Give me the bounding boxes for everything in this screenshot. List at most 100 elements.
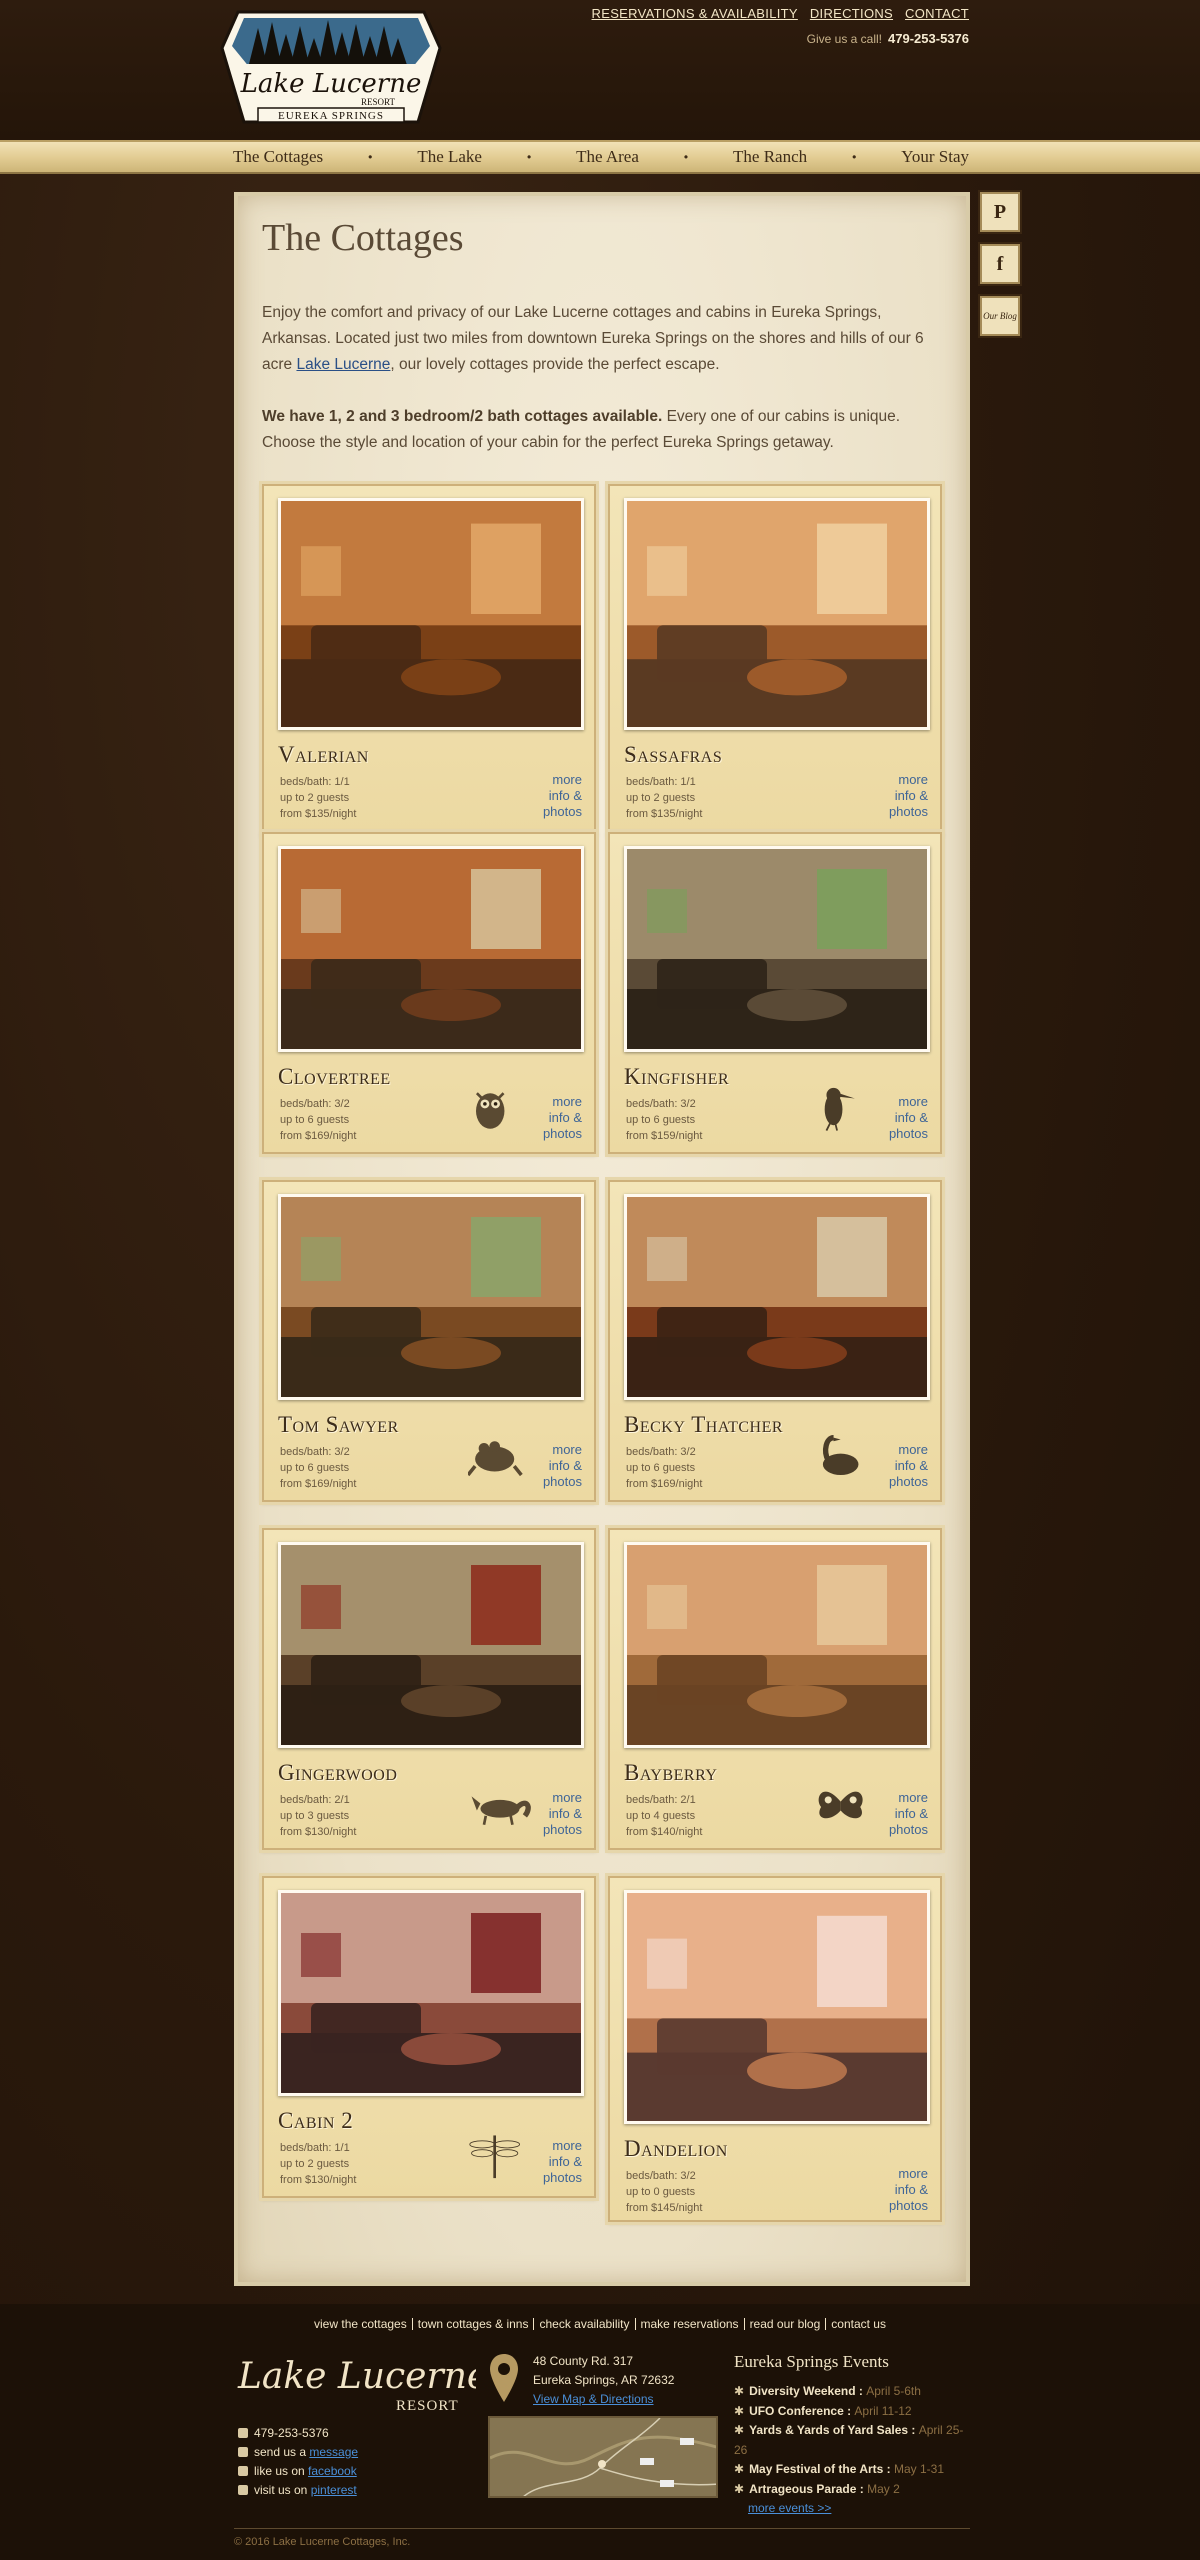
more-info-link[interactable]: more info & photos — [889, 2166, 928, 2214]
cottage-name[interactable]: Cabin 2 — [278, 2108, 353, 2134]
blog-icon[interactable]: Our Blog — [980, 296, 1020, 336]
footer-link-make-reservations[interactable]: make reservations — [636, 2318, 745, 2330]
header-phone[interactable]: 479-253-5376 — [888, 31, 969, 46]
event-item[interactable]: ✱ Diversity Weekend : April 5-6th — [734, 2382, 974, 2402]
call-line: Give us a call! 479-253-5376 — [807, 31, 969, 46]
star-icon: ✱ — [734, 2462, 745, 2476]
more-info-link[interactable]: more info & photos — [543, 1790, 582, 1838]
footer-link-contact[interactable]: contact us — [826, 2318, 891, 2330]
fox-icon — [471, 1796, 531, 1826]
cottage-name[interactable]: Dandelion — [624, 2136, 728, 2162]
facebook-link[interactable]: facebook — [308, 2464, 357, 2478]
star-icon: ✱ — [734, 2423, 745, 2437]
call-label: Give us a call! — [806, 32, 883, 46]
owl-icon — [475, 1092, 505, 1129]
cottage-photo[interactable] — [624, 1542, 930, 1748]
frog-icon — [468, 1441, 523, 1477]
event-item[interactable]: ✱ Yards & Yards of Yard Sales : April 25-… — [734, 2421, 974, 2460]
more-info-link[interactable]: more info & photos — [889, 1790, 928, 1838]
more-info-link[interactable]: more info & photos — [543, 772, 582, 820]
cottage-name[interactable]: Sassafras — [624, 742, 722, 768]
cottage-specs: beds/bath: 2/1 up to 4 guests from $140/… — [626, 1794, 703, 1838]
nav-separator: • — [852, 150, 857, 164]
cottage-specs: beds/bath: 3/2 up to 6 guests from $159/… — [626, 1098, 703, 1142]
footer-link-read-blog[interactable]: read our blog — [745, 2318, 827, 2330]
cottage-name[interactable]: Becky Thatcher — [624, 1412, 783, 1438]
cottage-card[interactable]: Clovertree beds/bath: 3/2 up to 6 guests… — [262, 832, 596, 1154]
footer-phone[interactable]: 479-253-5376 — [254, 2426, 329, 2440]
nav-lake[interactable]: The Lake — [417, 147, 482, 167]
logo-script: Lake Lucerne — [240, 69, 422, 99]
more-info-link[interactable]: more info & photos — [889, 772, 928, 820]
lake-lucerne-link[interactable]: Lake Lucerne — [296, 356, 390, 373]
cottage-photo[interactable] — [624, 1194, 930, 1400]
cottage-card[interactable]: Bayberry beds/bath: 2/1 up to 4 guests f… — [608, 1528, 942, 1850]
cottage-name[interactable]: Clovertree — [278, 1064, 391, 1090]
map-directions-link[interactable]: View Map & Directions — [533, 2392, 654, 2406]
cottage-name[interactable]: Gingerwood — [278, 1760, 397, 1786]
cottage-photo[interactable] — [624, 846, 930, 1052]
intro-paragraph-2: We have 1, 2 and 3 bedroom/2 bath cottag… — [262, 408, 901, 451]
pinterest-small-icon — [238, 2485, 248, 2495]
nav-ranch[interactable]: The Ranch — [733, 147, 807, 167]
dragonfly-icon — [469, 2135, 520, 2179]
map-thumbnail[interactable] — [488, 2416, 718, 2498]
nav-separator: • — [526, 150, 532, 164]
more-events-link[interactable]: more events >> — [748, 2501, 831, 2515]
star-icon: ✱ — [734, 2384, 745, 2398]
footer-address: 48 County Rd. 317 Eureka Springs, AR 726… — [533, 2354, 675, 2406]
facebook-icon[interactable]: f — [980, 244, 1020, 284]
footer-link-view-cottages[interactable]: view the cottages — [309, 2318, 413, 2330]
star-icon: ✱ — [734, 2481, 745, 2496]
cottage-photo[interactable] — [278, 1890, 584, 2096]
nav-area[interactable]: The Area — [576, 147, 639, 167]
nav-separator: • — [368, 150, 373, 164]
butterfly-icon — [818, 1791, 863, 1819]
cottage-card[interactable]: Dandelion beds/bath: 3/2 up to 0 guests … — [608, 1876, 942, 2222]
nav-cottages[interactable]: The Cottages — [233, 147, 323, 167]
svg-text:EUREKA SPRINGS: EUREKA SPRINGS — [278, 110, 384, 122]
footer-link-town-cottages[interactable]: town cottages & inns — [413, 2318, 535, 2330]
kingfisher-icon — [824, 1087, 855, 1131]
cottage-name[interactable]: Bayberry — [624, 1760, 717, 1786]
cottage-name[interactable]: Tom Sawyer — [278, 1412, 399, 1438]
contact-link[interactable]: CONTACT — [905, 6, 969, 21]
cottage-name[interactable]: Kingfisher — [624, 1064, 729, 1090]
pinterest-icon[interactable]: P — [980, 192, 1020, 232]
cottage-photo[interactable] — [624, 498, 930, 730]
events-list: Eureka Springs Events ✱ Diversity Weekend… — [734, 2352, 974, 2517]
cottage-photo[interactable] — [624, 1890, 930, 2124]
directions-link[interactable]: DIRECTIONS — [810, 6, 893, 21]
message-link[interactable]: message — [309, 2445, 358, 2459]
cottage-photo[interactable] — [278, 1194, 584, 1400]
event-item[interactable]: ✱ Artrageous Parade : May 2 — [734, 2480, 974, 2500]
event-item[interactable]: ✱ UFO Conference : April 11-12 — [734, 2402, 974, 2422]
more-info-link[interactable]: more info & photos — [889, 1442, 928, 1490]
cottage-card[interactable]: Kingfisher beds/bath: 3/2 up to 6 guests… — [608, 832, 942, 1154]
cottage-photo[interactable] — [278, 846, 584, 1052]
footer-logo[interactable]: Lake Lucerne RESORT — [236, 2348, 488, 2420]
nav-your-stay[interactable]: Your Stay — [901, 147, 969, 167]
pinterest-link[interactable]: pinterest — [311, 2483, 357, 2497]
site-footer: view the cottages town cottages & inns c… — [0, 2304, 1200, 2560]
more-info-link[interactable]: more info & photos — [543, 1094, 582, 1142]
cottage-card[interactable]: Valerian beds/bath: 1/1 up to 2 guests f… — [262, 484, 596, 836]
footer-divider — [234, 2528, 970, 2529]
more-info-link[interactable]: more info & photos — [543, 2138, 582, 2186]
site-logo[interactable]: Lake Lucerne RESORT EUREKA SPRINGS — [218, 8, 444, 126]
reservations-link[interactable]: RESERVATIONS & AVAILABILITY — [592, 6, 798, 21]
cottage-card[interactable]: Becky Thatcher beds/bath: 3/2 up to 6 gu… — [608, 1180, 942, 1502]
cottage-card[interactable]: Cabin 2 beds/bath: 1/1 up to 2 guests fr… — [262, 1876, 596, 2198]
cottage-name[interactable]: Valerian — [278, 742, 369, 768]
more-info-link[interactable]: more info & photos — [543, 1442, 582, 1490]
cottage-specs: beds/bath: 1/1 up to 2 guests from $130/… — [280, 2142, 357, 2186]
cottage-card[interactable]: Gingerwood beds/bath: 2/1 up to 3 guests… — [262, 1528, 596, 1850]
cottage-card[interactable]: Tom Sawyer beds/bath: 3/2 up to 6 guests… — [262, 1180, 596, 1502]
cottage-photo[interactable] — [278, 1542, 584, 1748]
event-item[interactable]: ✱ May Festival of the Arts : May 1-31 — [734, 2460, 974, 2480]
footer-link-check-availability[interactable]: check availability — [534, 2318, 636, 2330]
intro-paragraph: Enjoy the comfort and privacy of our Lak… — [262, 304, 924, 373]
cottage-card[interactable]: Sassafras beds/bath: 1/1 up to 2 guests … — [608, 484, 942, 836]
cottage-photo[interactable] — [278, 498, 584, 730]
more-info-link[interactable]: more info & photos — [889, 1094, 928, 1142]
